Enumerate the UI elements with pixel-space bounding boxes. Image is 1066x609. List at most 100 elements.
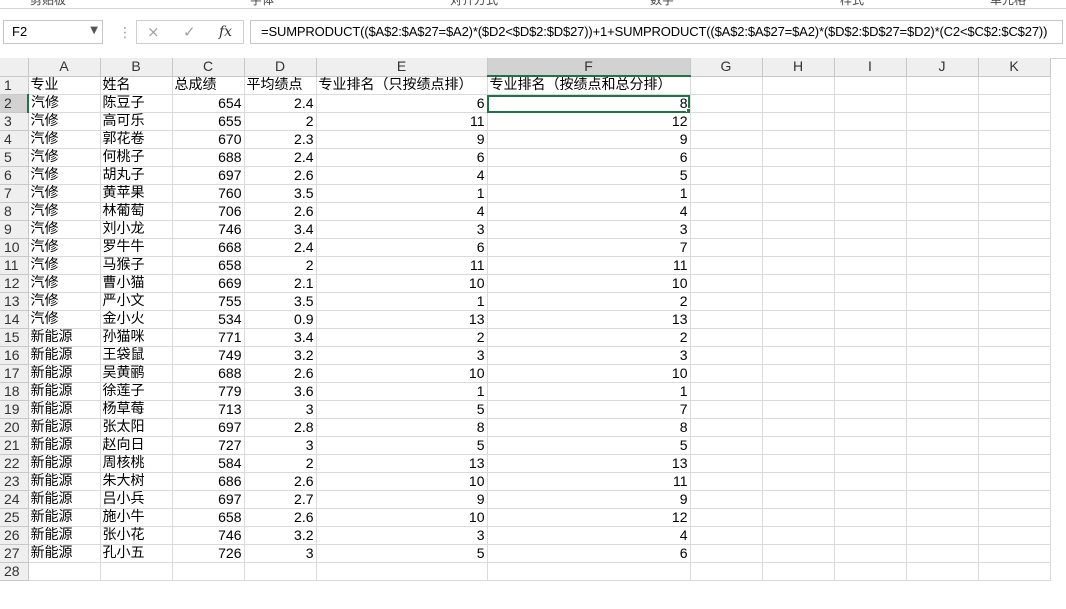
cell-b19[interactable]: 杨草莓 xyxy=(100,400,173,419)
cell-j28[interactable] xyxy=(906,562,979,581)
cell-a8[interactable]: 汽修 xyxy=(28,202,101,221)
cell-f17[interactable]: 10 xyxy=(487,364,691,383)
cell-a6[interactable]: 汽修 xyxy=(28,166,101,185)
cell-g22[interactable] xyxy=(690,454,763,473)
cell-i1[interactable] xyxy=(834,76,907,95)
cell-k23[interactable] xyxy=(978,472,1051,491)
cell-b8[interactable]: 林葡萄 xyxy=(100,202,173,221)
cell-b12[interactable]: 曹小猫 xyxy=(100,274,173,293)
cell-b26[interactable]: 张小花 xyxy=(100,526,173,545)
cell-d1[interactable]: 平均绩点 xyxy=(244,76,317,95)
column-header-g[interactable]: G xyxy=(690,58,763,77)
cell-g10[interactable] xyxy=(690,238,763,257)
cell-d23[interactable]: 2.6 xyxy=(244,472,317,491)
cell-h11[interactable] xyxy=(762,256,835,275)
cell-i7[interactable] xyxy=(834,184,907,203)
cell-b20[interactable]: 张太阳 xyxy=(100,418,173,437)
cell-g6[interactable] xyxy=(690,166,763,185)
cell-e15[interactable]: 2 xyxy=(316,328,488,347)
cell-c21[interactable]: 727 xyxy=(172,436,245,455)
row-header[interactable]: 4 xyxy=(0,130,29,149)
cell-f15[interactable]: 2 xyxy=(487,328,691,347)
cell-a1[interactable]: 专业 xyxy=(28,76,101,95)
cell-a2[interactable]: 汽修 xyxy=(28,94,101,113)
cell-e3[interactable]: 11 xyxy=(316,112,488,131)
cell-f1[interactable]: 专业排名（按绩点和总分排） xyxy=(487,76,691,95)
cell-h1[interactable] xyxy=(762,76,835,95)
cell-e24[interactable]: 9 xyxy=(316,490,488,509)
cell-d12[interactable]: 2.1 xyxy=(244,274,317,293)
cell-a26[interactable]: 新能源 xyxy=(28,526,101,545)
cell-d3[interactable]: 2 xyxy=(244,112,317,131)
cell-h27[interactable] xyxy=(762,544,835,563)
cell-h21[interactable] xyxy=(762,436,835,455)
cell-k9[interactable] xyxy=(978,220,1051,239)
cell-i3[interactable] xyxy=(834,112,907,131)
cell-c24[interactable]: 697 xyxy=(172,490,245,509)
cell-k7[interactable] xyxy=(978,184,1051,203)
cell-j20[interactable] xyxy=(906,418,979,437)
column-header-f[interactable]: F xyxy=(487,58,691,77)
row-header[interactable]: 8 xyxy=(0,202,29,221)
cell-h19[interactable] xyxy=(762,400,835,419)
enter-icon[interactable]: ✓ xyxy=(183,23,196,41)
cell-f7[interactable]: 1 xyxy=(487,184,691,203)
cell-h28[interactable] xyxy=(762,562,835,581)
cell-f27[interactable]: 6 xyxy=(487,544,691,563)
column-header-j[interactable]: J xyxy=(906,58,979,77)
cell-f3[interactable]: 12 xyxy=(487,112,691,131)
cell-c13[interactable]: 755 xyxy=(172,292,245,311)
cell-j4[interactable] xyxy=(906,130,979,149)
cell-i14[interactable] xyxy=(834,310,907,329)
cell-f8[interactable]: 4 xyxy=(487,202,691,221)
cell-g24[interactable] xyxy=(690,490,763,509)
cell-b28[interactable] xyxy=(100,562,173,581)
cell-a15[interactable]: 新能源 xyxy=(28,328,101,347)
row-header[interactable]: 5 xyxy=(0,148,29,167)
cell-k16[interactable] xyxy=(978,346,1051,365)
cell-a10[interactable]: 汽修 xyxy=(28,238,101,257)
row-header[interactable]: 16 xyxy=(0,346,29,365)
cell-b10[interactable]: 罗牛牛 xyxy=(100,238,173,257)
cell-e10[interactable]: 6 xyxy=(316,238,488,257)
cell-e2[interactable]: 6 xyxy=(316,94,488,113)
cell-g18[interactable] xyxy=(690,382,763,401)
cell-g8[interactable] xyxy=(690,202,763,221)
cell-a20[interactable]: 新能源 xyxy=(28,418,101,437)
cell-i15[interactable] xyxy=(834,328,907,347)
cell-b14[interactable]: 金小火 xyxy=(100,310,173,329)
cell-g28[interactable] xyxy=(690,562,763,581)
cell-h15[interactable] xyxy=(762,328,835,347)
cell-a21[interactable]: 新能源 xyxy=(28,436,101,455)
cell-k3[interactable] xyxy=(978,112,1051,131)
cell-h12[interactable] xyxy=(762,274,835,293)
cell-a28[interactable] xyxy=(28,562,101,581)
cell-e4[interactable]: 9 xyxy=(316,130,488,149)
cell-i19[interactable] xyxy=(834,400,907,419)
cell-j16[interactable] xyxy=(906,346,979,365)
more-options-icon[interactable]: ⋮ xyxy=(118,25,132,41)
cell-a11[interactable]: 汽修 xyxy=(28,256,101,275)
select-all-corner[interactable] xyxy=(0,58,29,77)
cell-c18[interactable]: 779 xyxy=(172,382,245,401)
row-header[interactable]: 6 xyxy=(0,166,29,185)
cell-e16[interactable]: 3 xyxy=(316,346,488,365)
cell-j17[interactable] xyxy=(906,364,979,383)
cell-f12[interactable]: 10 xyxy=(487,274,691,293)
cell-k20[interactable] xyxy=(978,418,1051,437)
cell-b13[interactable]: 严小文 xyxy=(100,292,173,311)
cell-c2[interactable]: 654 xyxy=(172,94,245,113)
cell-d22[interactable]: 2 xyxy=(244,454,317,473)
cell-j22[interactable] xyxy=(906,454,979,473)
cell-b18[interactable]: 徐莲子 xyxy=(100,382,173,401)
cell-d14[interactable]: 0.9 xyxy=(244,310,317,329)
row-header[interactable]: 20 xyxy=(0,418,29,437)
cell-f24[interactable]: 9 xyxy=(487,490,691,509)
row-header[interactable]: 12 xyxy=(0,274,29,293)
cell-g21[interactable] xyxy=(690,436,763,455)
cell-i21[interactable] xyxy=(834,436,907,455)
cell-i8[interactable] xyxy=(834,202,907,221)
cell-f13[interactable]: 2 xyxy=(487,292,691,311)
cell-g25[interactable] xyxy=(690,508,763,527)
cell-j2[interactable] xyxy=(906,94,979,113)
